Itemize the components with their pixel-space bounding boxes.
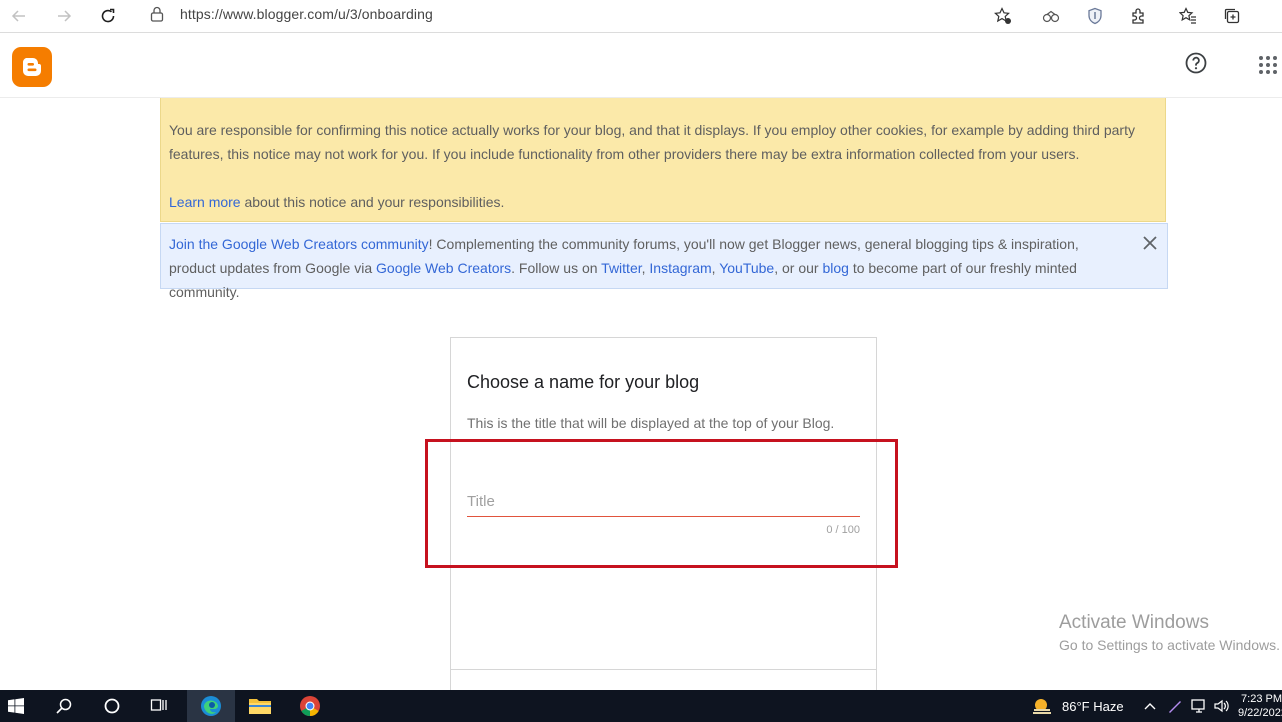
task-view-icon[interactable]: [143, 690, 175, 722]
pen-icon[interactable]: [1166, 690, 1184, 722]
cookie-notice-text: You are responsible for confirming this …: [169, 122, 1135, 162]
weather-icon[interactable]: [1030, 690, 1054, 722]
close-icon[interactable]: [1141, 234, 1159, 252]
blog-link[interactable]: blog: [822, 260, 848, 276]
watermark-subtitle: Go to Settings to activate Windows.: [1059, 637, 1280, 653]
watermark-title: Activate Windows: [1059, 612, 1209, 633]
forward-arrow-icon[interactable]: [51, 3, 77, 29]
file-explorer-icon[interactable]: [239, 690, 281, 722]
cortana-icon[interactable]: [96, 690, 128, 722]
cookie-notice: You are responsible for confirming this …: [160, 98, 1166, 222]
search-icon[interactable]: [48, 690, 80, 722]
clock-date: 9/22/2022: [1238, 707, 1282, 719]
cookie-notice-footer: Learn more about this notice and your re…: [169, 190, 1157, 214]
twitter-link[interactable]: Twitter: [601, 260, 641, 276]
shield-icon[interactable]: [1083, 4, 1107, 28]
community-text-3: , or our: [774, 260, 823, 276]
taskbar-clock[interactable]: 7:23 PM 9/22/2022: [1238, 692, 1282, 720]
network-icon[interactable]: [1189, 690, 1209, 722]
windows-taskbar: 86°F Haze: [0, 690, 1282, 722]
blogger-b-icon: [22, 58, 41, 76]
community-notice: Join the Google Web Creators community! …: [160, 223, 1168, 300]
activate-windows-watermark: Activate Windows Go to Settings to activ…: [1059, 612, 1280, 653]
weather-text[interactable]: 86°F Haze: [1062, 690, 1124, 722]
app-header: [0, 33, 1282, 98]
blogger-logo[interactable]: [12, 47, 52, 87]
browser-toolbar: https://www.blogger.com/u/3/onboarding: [0, 0, 1282, 33]
clock-time: 7:23 PM: [1241, 693, 1282, 705]
favorites-icon[interactable]: [1176, 4, 1200, 28]
dialog-description: This is the title that will be displayed…: [467, 415, 835, 431]
collections-icon[interactable]: [1220, 4, 1244, 28]
performance-icon[interactable]: [1039, 4, 1063, 28]
youtube-link[interactable]: YouTube: [719, 260, 774, 276]
google-web-creators-link[interactable]: Google Web Creators: [376, 260, 511, 276]
community-text-2: . Follow us on: [511, 260, 602, 276]
help-icon[interactable]: [1184, 51, 1208, 75]
instagram-link[interactable]: Instagram: [649, 260, 711, 276]
apps-grid-icon[interactable]: [1258, 55, 1278, 75]
edge-browser-icon[interactable]: [187, 690, 235, 722]
add-favorite-icon[interactable]: [991, 4, 1015, 28]
chrome-browser-icon[interactable]: [289, 690, 331, 722]
chevron-up-icon[interactable]: [1142, 690, 1158, 722]
highlight-annotation: [425, 439, 898, 568]
lock-icon: [150, 6, 164, 22]
extensions-icon[interactable]: [1127, 4, 1151, 28]
join-community-link[interactable]: Join the Google Web Creators community: [169, 236, 429, 252]
address-bar[interactable]: https://www.blogger.com/u/3/onboarding: [137, 0, 1022, 28]
learn-more-suffix: about this notice and your responsibilit…: [240, 194, 505, 210]
start-windows-icon[interactable]: [0, 690, 32, 722]
refresh-icon[interactable]: [95, 3, 121, 29]
learn-more-link[interactable]: Learn more: [169, 194, 241, 210]
back-arrow-icon[interactable]: [6, 3, 32, 29]
dialog-title: Choose a name for your blog: [467, 372, 700, 392]
dialog-divider: [451, 669, 876, 670]
volume-icon[interactable]: [1212, 690, 1232, 722]
address-url: https://www.blogger.com/u/3/onboarding: [180, 6, 433, 22]
